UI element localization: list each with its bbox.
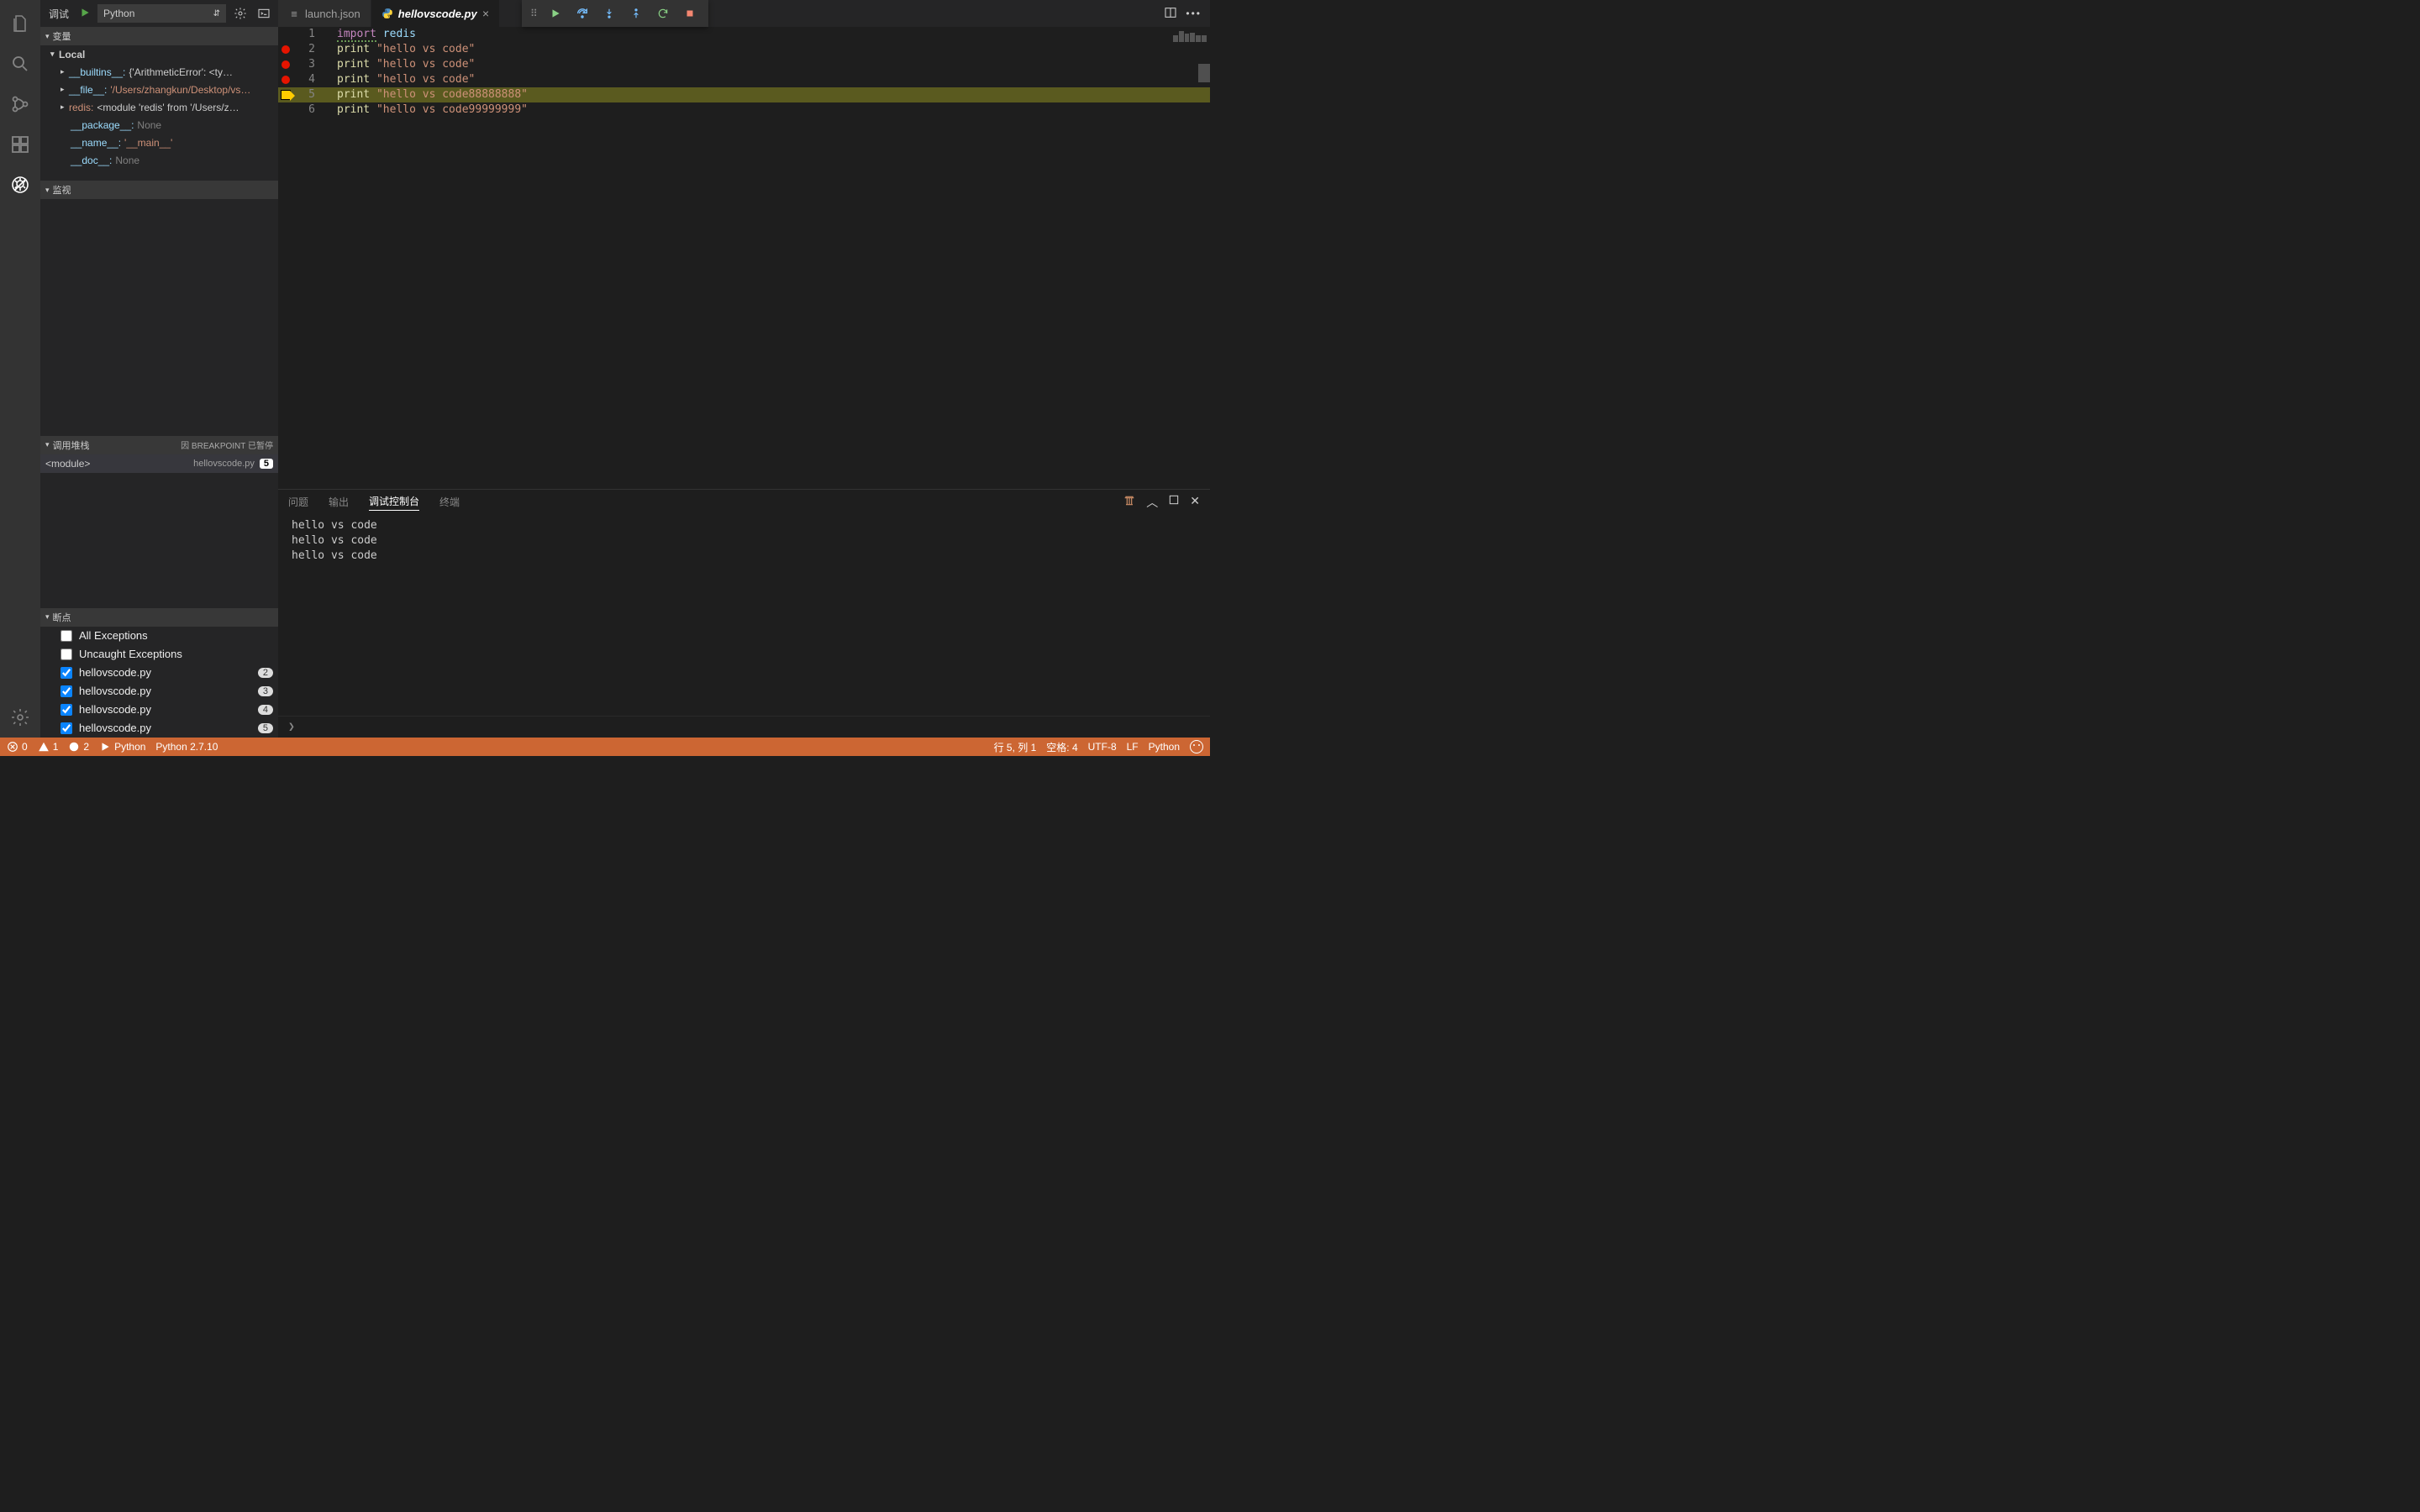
status-errors[interactable]: 0 xyxy=(7,741,28,753)
code-line[interactable]: 2print "hello vs code" xyxy=(278,42,1210,57)
variable-row[interactable]: __name__: '__main__' xyxy=(40,134,278,151)
code-line[interactable]: 5print "hello vs code88888888" xyxy=(278,87,1210,102)
debug-step-into-icon[interactable] xyxy=(596,0,623,27)
status-cursor[interactable]: 行 5, 列 1 xyxy=(994,740,1037,754)
debug-console-icon[interactable] xyxy=(255,4,273,23)
breakpoint-row[interactable]: hellovscode.py3 xyxy=(40,682,278,701)
debug-step-over-icon[interactable] xyxy=(569,0,596,27)
breakpoint-all-checkbox[interactable] xyxy=(60,630,72,642)
minimap[interactable] xyxy=(1173,30,1207,42)
activity-debug-icon[interactable] xyxy=(0,165,40,205)
debug-step-out-icon[interactable] xyxy=(623,0,650,27)
status-eol[interactable]: LF xyxy=(1127,741,1139,753)
variable-row[interactable]: ▸redis: <module 'redis' from '/Users/z… xyxy=(40,98,278,116)
current-breakpoint-icon xyxy=(281,90,291,100)
status-encoding[interactable]: UTF-8 xyxy=(1088,741,1117,753)
settings-file-icon xyxy=(288,8,300,19)
panel-tab-debug-console[interactable]: 调试控制台 xyxy=(369,494,419,511)
panel-maximize-icon[interactable] xyxy=(1168,494,1180,511)
panel-clear-icon[interactable] xyxy=(1123,494,1136,511)
activity-files-icon[interactable] xyxy=(0,3,40,44)
debug-config-label: Python xyxy=(103,8,134,19)
activity-scm-icon[interactable] xyxy=(0,84,40,124)
debug-floating-toolbar[interactable]: ⠿ xyxy=(522,0,708,27)
panel-tab-output[interactable]: 输出 xyxy=(329,495,349,511)
tab-hellovscode-py[interactable]: hellovscode.py × xyxy=(371,0,500,27)
debug-start-icon[interactable] xyxy=(77,7,92,21)
status-spaces[interactable]: 空格: 4 xyxy=(1046,740,1077,754)
debug-title: 调试 xyxy=(45,7,72,21)
panel-collapse-icon[interactable]: ︿ xyxy=(1146,494,1158,511)
code-line[interactable]: 6print "hello vs code99999999" xyxy=(278,102,1210,118)
variable-row[interactable]: ▸__file__: '/Users/zhangkun/Desktop/vs… xyxy=(40,81,278,98)
panel-tab-terminal[interactable]: 终端 xyxy=(439,495,460,511)
status-infos[interactable]: 2 xyxy=(68,741,89,753)
panel-close-icon[interactable]: ✕ xyxy=(1190,494,1200,511)
callstack-section-header[interactable]: ▾调用堆栈 因 BREAKPOINT 已暂停 xyxy=(40,436,278,454)
tab-close-icon[interactable]: × xyxy=(482,7,489,20)
split-editor-icon[interactable] xyxy=(1164,6,1177,22)
breakpoint-row[interactable]: hellovscode.py4 xyxy=(40,701,278,719)
breakpoint-row[interactable]: hellovscode.py5 xyxy=(40,719,278,738)
python-file-icon xyxy=(381,8,393,19)
breakpoint-row[interactable]: hellovscode.py2 xyxy=(40,664,278,682)
status-run[interactable]: Python xyxy=(99,741,145,753)
breakpoint-uncaught-exceptions[interactable]: Uncaught Exceptions xyxy=(40,645,278,664)
variables-section-header[interactable]: ▾变量 xyxy=(40,27,278,45)
variables-scope-local[interactable]: ▾Local xyxy=(40,45,278,63)
scrollbar-thumb[interactable] xyxy=(1198,64,1210,82)
watch-section-header[interactable]: ▾监视 xyxy=(40,181,278,199)
code-line[interactable]: 4print "hello vs code" xyxy=(278,72,1210,87)
breakpoint-dot-icon[interactable] xyxy=(281,76,290,84)
debug-toolbar-grip-icon[interactable]: ⠿ xyxy=(527,8,542,19)
status-feedback-icon[interactable] xyxy=(1190,740,1203,753)
code-line[interactable]: 1import redis xyxy=(278,27,1210,42)
debug-restart-icon[interactable] xyxy=(650,0,676,27)
breakpoint-checkbox[interactable] xyxy=(60,722,72,734)
breakpoint-checkbox[interactable] xyxy=(60,685,72,697)
code-line[interactable]: 3print "hello vs code" xyxy=(278,57,1210,72)
debug-stop-icon[interactable] xyxy=(676,0,703,27)
breakpoints-section-header[interactable]: ▾断点 xyxy=(40,608,278,627)
activity-settings-icon[interactable] xyxy=(0,697,40,738)
panel-tab-problems[interactable]: 问题 xyxy=(288,495,308,511)
breakpoint-dot-icon[interactable] xyxy=(281,45,290,54)
editor-more-icon[interactable]: ••• xyxy=(1186,8,1202,19)
chevron-updown-icon: ⇵ xyxy=(213,9,220,18)
debug-config-select[interactable]: Python ⇵ xyxy=(97,4,226,23)
debug-gear-icon[interactable] xyxy=(231,4,250,23)
stack-frame[interactable]: <module> hellovscode.py 5 xyxy=(40,454,278,473)
variable-row[interactable]: __doc__: None xyxy=(40,151,278,169)
breakpoint-checkbox[interactable] xyxy=(60,667,72,679)
status-warnings[interactable]: 1 xyxy=(38,741,59,753)
breakpoint-all-exceptions[interactable]: All Exceptions xyxy=(40,627,278,645)
breakpoint-uncaught-checkbox[interactable] xyxy=(60,648,72,660)
debug-console-input[interactable]: ❯ xyxy=(278,716,1210,738)
activity-extensions-icon[interactable] xyxy=(0,124,40,165)
status-interpreter[interactable]: Python 2.7.10 xyxy=(155,741,218,753)
debug-continue-icon[interactable] xyxy=(542,0,569,27)
tab-launch-json[interactable]: launch.json xyxy=(278,0,371,27)
variable-row[interactable]: ▸__builtins__: {'ArithmeticError': <ty… xyxy=(40,63,278,81)
breakpoint-checkbox[interactable] xyxy=(60,704,72,716)
breakpoint-dot-icon[interactable] xyxy=(281,60,290,69)
variable-row[interactable]: __package__: None xyxy=(40,116,278,134)
activity-search-icon[interactable] xyxy=(0,44,40,84)
status-lang[interactable]: Python xyxy=(1149,741,1180,753)
debug-console-output: hello vs codehello vs codehello vs code xyxy=(278,515,1210,716)
